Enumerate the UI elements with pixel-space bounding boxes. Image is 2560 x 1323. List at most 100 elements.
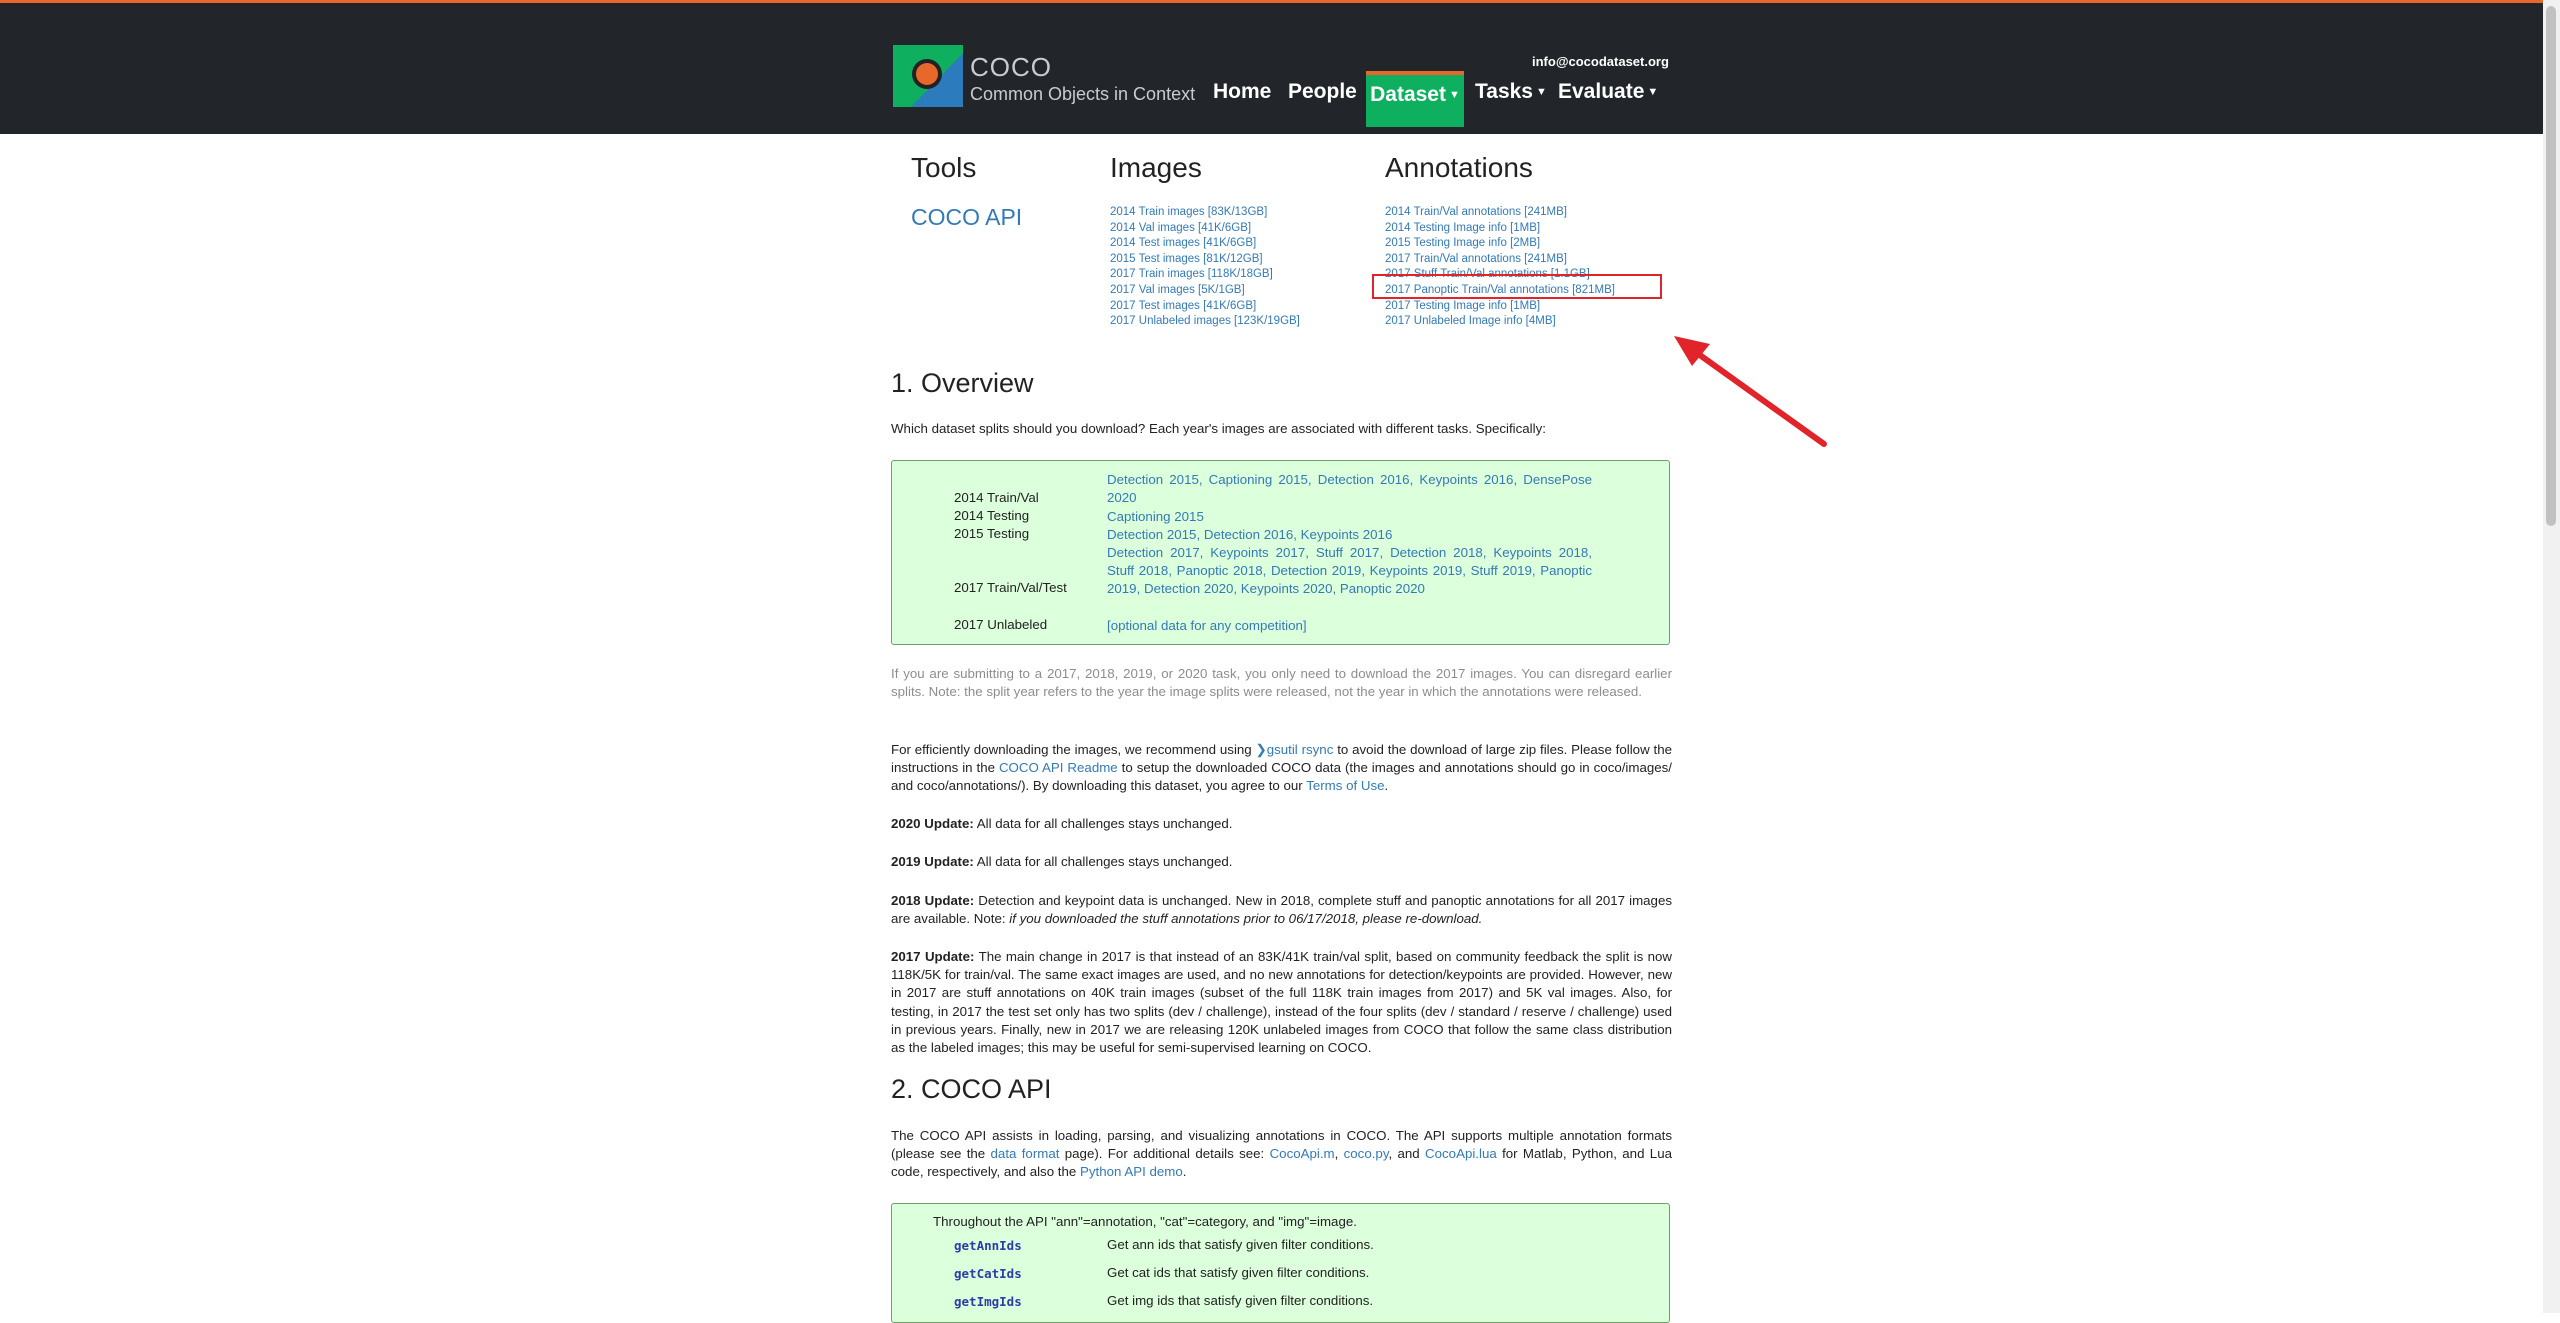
api-text: page). For additional details see: [1059,1146,1270,1162]
cocoapi-m-link[interactable]: CocoApi.m [1270,1146,1335,1161]
nav-tasks[interactable]: Tasks ▼ [1475,70,1547,124]
split-tasks-link[interactable]: Detection 2015, Captioning 2015, Detecti… [1107,472,1592,505]
python-api-demo-link[interactable]: Python API demo [1080,1164,1183,1179]
annotation-download-link[interactable]: 2014 Testing Image info [1MB] [1385,221,1615,237]
data-format-link[interactable]: data format [991,1146,1060,1161]
split-tasks: [optional data for any competition] [1107,617,1592,635]
coco-api-heading: 2. COCO API [891,1074,1052,1104]
chevron-right-icon: ❯ [1255,742,1267,757]
download-instructions: For efficiently downloading the images, … [891,741,1672,796]
caret-down-icon: ▼ [1448,89,1460,101]
function-name: getAnnIds [954,1238,1022,1253]
update-text: The main change in 2017 is that instead … [891,949,1672,1056]
update-2019: 2019 Update: All data for all challenges… [891,853,1672,871]
split-tasks-link[interactable]: Captioning 2015 [1107,509,1204,524]
caret-down-icon: ▼ [1536,86,1547,98]
download-text: For efficiently downloading the images, … [891,742,1256,757]
image-download-link[interactable]: 2017 Train images [118K/18GB] [1110,267,1300,283]
image-download-link[interactable]: 2014 Train images [83K/13GB] [1110,205,1300,221]
function-name: getCatIds [954,1266,1022,1281]
update-label: 2019 Update: [891,854,974,869]
update-text: All data for all challenges stays unchan… [973,854,1233,869]
nav-evaluate[interactable]: Evaluate ▼ [1558,70,1658,124]
api-text: , [1334,1146,1344,1162]
annotation-download-link[interactable]: 2015 Testing Image info [2MB] [1385,236,1615,252]
update-label: 2018 Update: [891,893,975,908]
coco-api-link[interactable]: COCO API [911,204,1022,231]
function-description: Get cat ids that satisfy given filter co… [1107,1265,1370,1280]
update-2018: 2018 Update: Detection and keypoint data… [891,892,1672,928]
api-functions-table: Throughout the API "ann"=annotation, "ca… [891,1203,1670,1323]
brand-tagline: Common Objects in Context [970,84,1196,104]
split-tasks-link[interactable]: Detection 2015, Detection 2016, Keypoint… [1107,527,1392,542]
contact-email[interactable]: info@cocodataset.org [1532,54,1669,69]
nav-home[interactable]: Home [1213,70,1271,124]
tools-heading: Tools [911,152,977,183]
annotation-download-link[interactable]: 2017 Testing Image info [1MB] [1385,299,1615,315]
update-text: All data for all challenges stays unchan… [973,816,1233,831]
coco-api-readme-link[interactable]: COCO API Readme [999,760,1118,775]
brand[interactable]: COCO Common Objects in Context [970,53,1195,106]
split-label: 2017 Unlabeled [954,617,1048,632]
function-name: getImgIds [954,1294,1022,1309]
nav-dataset-label: Dataset [1370,83,1446,106]
download-text: . [1384,778,1389,794]
annotation-download-link[interactable]: 2014 Train/Val annotations [241MB] [1385,205,1615,221]
api-box-intro: Throughout the API "ann"=annotation, "ca… [933,1214,1357,1229]
coco-py-link[interactable]: coco.py [1344,1146,1389,1161]
split-tasks: Detection 2017, Keypoints 2017, Stuff 20… [1107,544,1592,599]
annotation-download-link[interactable]: 2017 Train/Val annotations [241MB] [1385,252,1615,268]
api-text: . [1182,1164,1187,1180]
images-download-list: 2014 Train images [83K/13GB] 2014 Val im… [1110,205,1300,330]
split-tasks: Detection 2015, Captioning 2015, Detecti… [1107,471,1592,507]
split-label: 2017 Train/Val/Test [954,580,1067,595]
split-tasks: Captioning 2015 [1107,508,1592,526]
function-description: Get img ids that satisfy given filter co… [1107,1293,1374,1308]
split-tasks: Detection 2015, Detection 2016, Keypoint… [1107,526,1592,544]
split-tasks-link[interactable]: [optional data for any competition] [1107,618,1307,633]
annotation-download-link[interactable]: 2017 Unlabeled Image info [4MB] [1385,314,1615,330]
coco-api-description: The COCO API assists in loading, parsing… [891,1127,1672,1182]
nav-people[interactable]: People [1288,70,1357,124]
nav-tasks-label: Tasks [1475,80,1533,103]
update-label: 2020 Update: [891,816,974,831]
split-label: 2014 Train/Val [954,490,1039,505]
splits-note: If you are submitting to a 2017, 2018, 2… [891,666,1672,700]
site-header: COCO Common Objects in Context info@coco… [0,3,2560,134]
coco-logo-icon[interactable] [893,45,963,107]
image-download-link[interactable]: 2015 Test images [81K/12GB] [1110,252,1300,268]
update-label: 2017 Update: [891,949,975,964]
nav-people-label: People [1288,80,1357,103]
annotations-download-list: 2014 Train/Val annotations [241MB] 2014 … [1385,205,1615,330]
images-heading: Images [1110,152,1202,183]
image-download-link[interactable]: 2017 Unlabeled images [123K/19GB] [1110,314,1300,330]
scrollbar-thumb[interactable] [2546,6,2556,526]
split-label: 2015 Testing [954,526,1030,541]
function-description: Get ann ids that satisfy given filter co… [1107,1237,1374,1252]
caret-down-icon: ▼ [1647,86,1659,98]
overview-heading: 1. Overview [891,368,1034,398]
split-label: 2014 Testing [954,508,1030,523]
highlight-box [1372,274,1662,299]
image-download-link[interactable]: 2017 Val images [5K/1GB] [1110,283,1300,299]
gsutil-rsync-link[interactable]: ❯gsutil rsync [1256,742,1334,757]
cocoapi-lua-link[interactable]: CocoApi.lua [1425,1146,1497,1161]
api-text: , and [1388,1146,1426,1162]
update-2020: 2020 Update: All data for all challenges… [891,815,1672,833]
update-2017: 2017 Update: The main change in 2017 is … [891,948,1672,1057]
brand-name: COCO [970,52,1052,82]
splits-table: Detection 2015, Captioning 2015, Detecti… [891,460,1670,645]
split-tasks-link[interactable]: Detection 2017, Keypoints 2017, Stuff 20… [1107,545,1592,596]
nav-evaluate-label: Evaluate [1558,80,1645,103]
image-download-link[interactable]: 2014 Val images [41K/6GB] [1110,221,1300,237]
annotations-heading: Annotations [1385,152,1533,183]
nav-dataset[interactable]: Dataset ▼ [1366,71,1464,127]
terms-of-use-link[interactable]: Terms of Use [1306,778,1384,793]
image-download-link[interactable]: 2014 Test images [41K/6GB] [1110,236,1300,252]
red-arrow-annotation [1674,336,1827,447]
update-italic: if you downloaded the stuff annotations … [1009,911,1483,927]
gsutil-rsync-label: gsutil rsync [1266,742,1334,757]
nav-home-label: Home [1213,80,1272,103]
image-download-link[interactable]: 2017 Test images [41K/6GB] [1110,299,1300,315]
overview-intro: Which dataset splits should you download… [891,421,1546,436]
